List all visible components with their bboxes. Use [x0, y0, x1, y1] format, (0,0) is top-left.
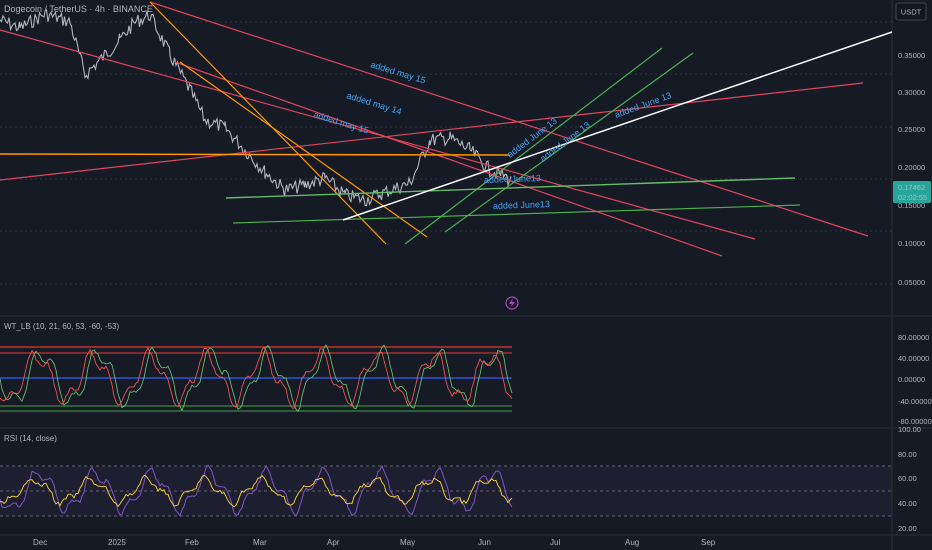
price-axis-label: 0.25000 [898, 125, 925, 134]
rsi-axis-label: 80.00 [898, 450, 917, 459]
chart-canvas[interactable]: added may 15 added may 14 added may 15 a… [0, 0, 932, 550]
rsi-axis-label: 100.00 [898, 425, 921, 434]
chart-window: added may 15 added may 14 added may 15 a… [0, 0, 932, 550]
time-axis-label: Sep [701, 538, 716, 547]
time-axis-label: Jun [478, 538, 491, 547]
rsi-axis-label: 60.00 [898, 474, 917, 483]
currency-button[interactable]: USDT [895, 2, 927, 21]
time-axis-label: Aug [625, 538, 639, 547]
time-axis-label: Mar [253, 538, 267, 547]
rsi-axis-label: 40.00 [898, 499, 917, 508]
bar-countdown: 02:02:55 [898, 193, 927, 202]
trendline-orange [0, 153, 511, 156]
price-axis-label: 0.30000 [898, 88, 925, 97]
price-axis-label: 0.10000 [898, 239, 925, 248]
symbol-title[interactable]: Dogecoin / TetherUS · 4h · BINANCE [4, 4, 153, 14]
wt-axis-label: -40.00000 [898, 397, 932, 406]
annotation-label: added June13 [484, 173, 541, 185]
wt-axis-label: 0.00000 [898, 375, 925, 384]
wt-axis-label: 80.00000 [898, 333, 929, 342]
rsi-axis-label: 20.00 [898, 524, 917, 533]
price-axis-label: 0.20000 [898, 163, 925, 172]
wt-axis-label: 40.00000 [898, 354, 929, 363]
time-axis-label: Apr [327, 538, 340, 547]
time-axis-label: Dec [33, 538, 47, 547]
time-axis-label: May [400, 538, 415, 547]
current-price-tag[interactable]: 0.17462 02:02:55 [893, 181, 931, 203]
currency-button-label: USDT [901, 8, 922, 17]
price-axis-label: 0.35000 [898, 51, 925, 60]
current-price: 0.17462 [898, 183, 925, 192]
time-axis-label: Jul [550, 538, 560, 547]
time-axis-label: 2025 [108, 538, 126, 547]
time-axis-label: Feb [185, 538, 199, 547]
wt-pane-title: WT_LB (10, 21, 60, 53, -60, -53) [4, 322, 120, 331]
rsi-pane-title: RSI (14, close) [4, 434, 57, 443]
annotation-label: added June13 [493, 199, 550, 211]
price-axis-label: 0.05000 [898, 278, 925, 287]
